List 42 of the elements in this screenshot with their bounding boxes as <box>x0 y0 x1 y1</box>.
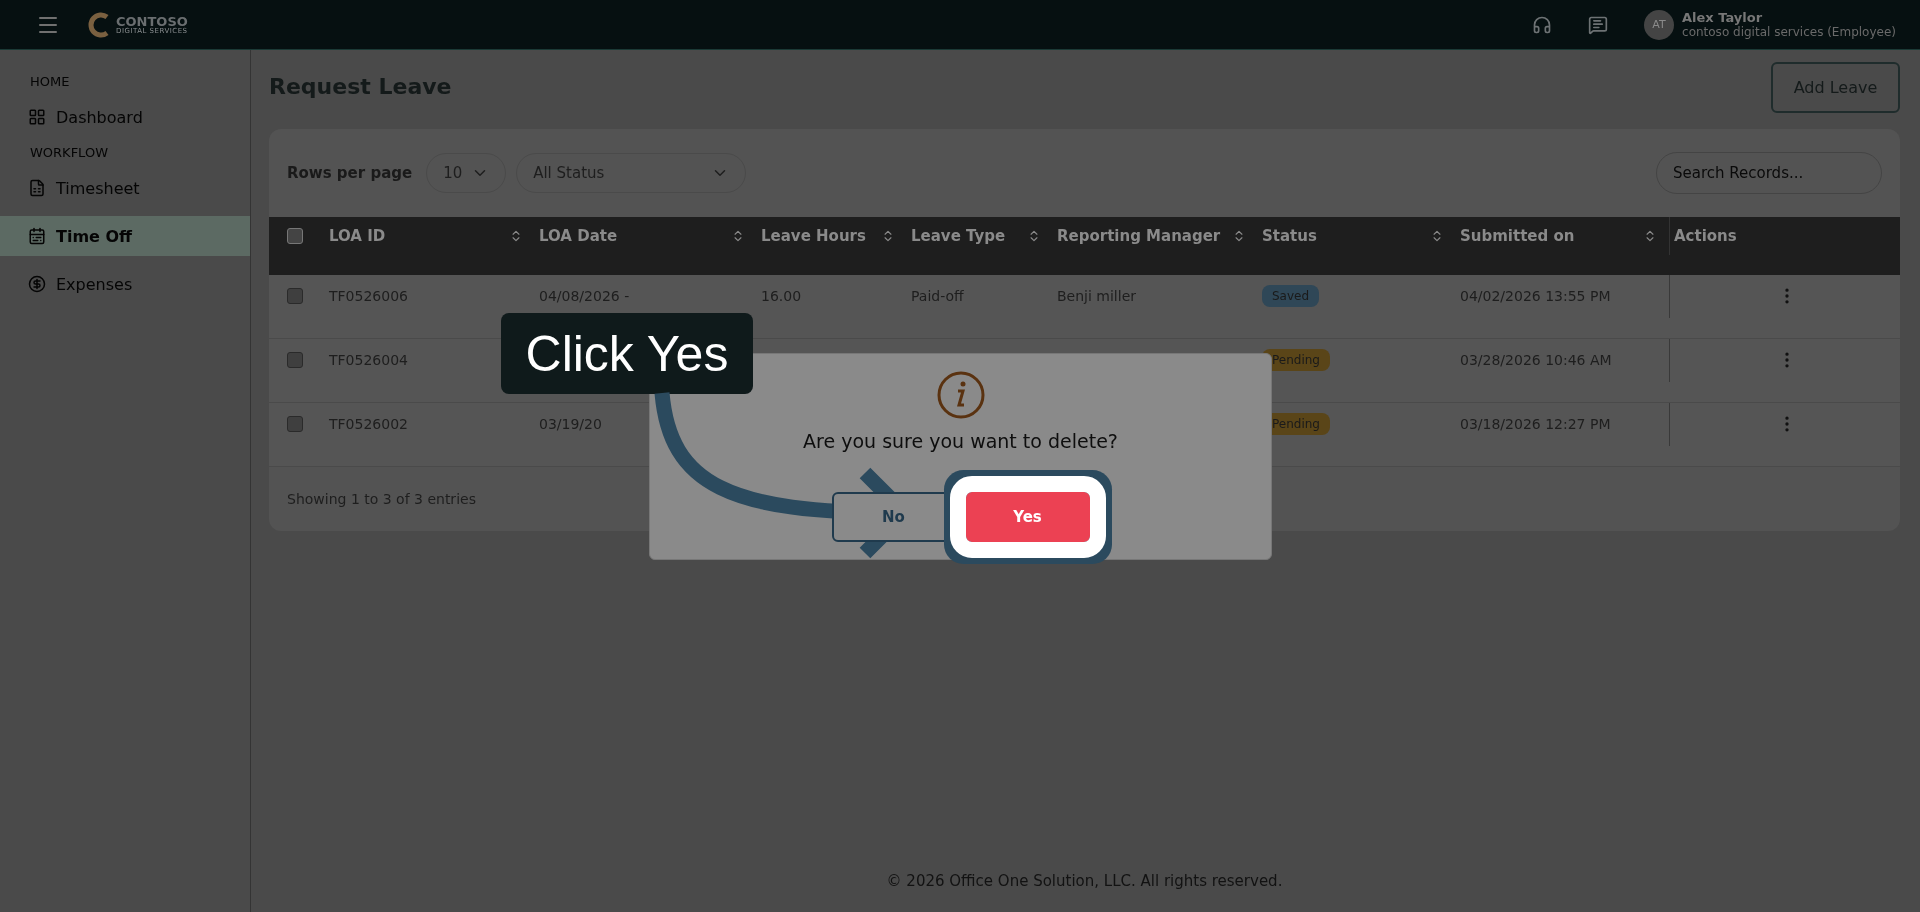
column-header[interactable]: Reporting Manager <box>1057 227 1221 245</box>
column-header[interactable]: Submitted on <box>1460 227 1575 245</box>
row-checkbox[interactable] <box>287 416 303 433</box>
column-header[interactable]: Actions <box>1674 227 1737 245</box>
column-header[interactable]: LOA ID <box>329 227 386 245</box>
sidebar-item[interactable]: Time Off <box>0 216 250 256</box>
headset-icon[interactable] <box>1532 14 1553 35</box>
status-badge: Saved <box>1262 285 1320 308</box>
tutorial-callout: Click Yes <box>501 313 753 394</box>
row-checkbox[interactable] <box>287 288 303 305</box>
row-checkbox[interactable] <box>287 352 303 369</box>
table-cell: 04/02/2026 13:55 PM <box>1460 288 1611 305</box>
table-cell: TF0526006 <box>329 288 408 305</box>
dialog-message: Are you sure you want to delete? <box>803 430 1118 452</box>
brand-name: CONTOSO <box>116 14 188 28</box>
sidebar-item[interactable]: Timesheet <box>0 168 250 208</box>
rows-per-page-label: Rows per page <box>287 164 413 182</box>
column-header[interactable]: Leave Hours <box>761 227 866 245</box>
user-avatar[interactable]: AT <box>1644 9 1675 40</box>
sidebar-heading: WORKFLOW <box>29 145 109 160</box>
table-cell: TF0526004 <box>329 352 408 369</box>
dollar-icon <box>28 275 46 293</box>
sidebar-item[interactable]: Expenses <box>0 264 250 304</box>
column-header[interactable]: Leave Type <box>911 227 1006 245</box>
column-header[interactable]: LOA Date <box>539 227 618 245</box>
user-name: Alex Taylor <box>1682 10 1764 25</box>
sidebar-heading: HOME <box>29 74 71 89</box>
table-cell: TF0526002 <box>329 416 408 433</box>
calendar-icon <box>28 227 46 245</box>
message-icon[interactable] <box>1588 14 1609 35</box>
select-all-checkbox[interactable] <box>287 228 303 244</box>
spreadsheet-icon <box>28 179 46 197</box>
table-cell: 03/19/20 <box>539 416 602 433</box>
logo-icon <box>88 11 110 38</box>
search-field[interactable]: Search Records... <box>1656 152 1882 194</box>
sidebar-item[interactable]: Dashboard <box>0 97 250 137</box>
column-header[interactable]: Status <box>1262 227 1317 245</box>
copyright-text: © 2026 Office One Solution, LLC. All rights reserved. <box>886 872 1283 890</box>
info-icon <box>935 370 986 420</box>
table-cell: 04/08/2026 - <box>539 288 630 305</box>
user-organization: contoso digital services (Employee) <box>1682 25 1896 39</box>
grid-icon <box>28 108 46 126</box>
